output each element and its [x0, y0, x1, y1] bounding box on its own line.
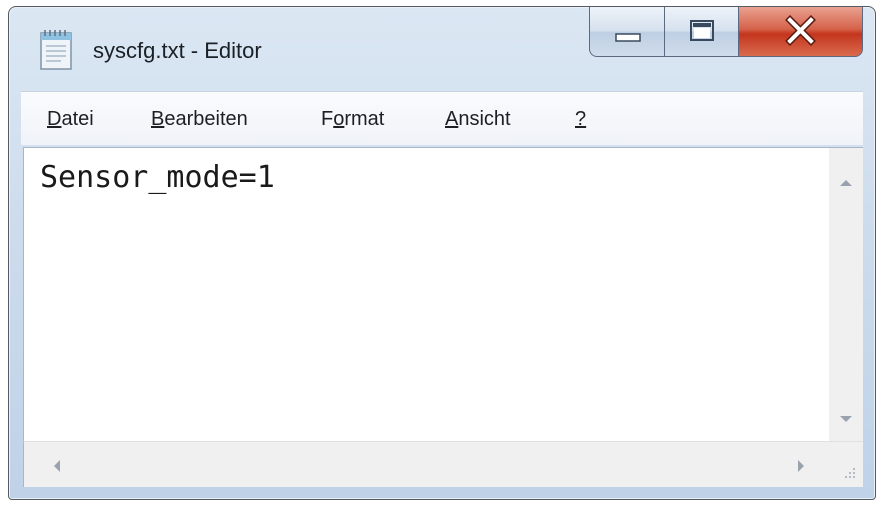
text-editor-area[interactable]: Sensor_mode=1	[23, 147, 829, 441]
maximize-icon	[690, 20, 714, 41]
menu-help-accel: ?	[575, 108, 587, 130]
title-bar[interactable]: syscfg.txt - Editor	[9, 7, 875, 87]
scroll-left-arrow-icon[interactable]	[54, 460, 60, 472]
horizontal-scrollbar[interactable]	[23, 441, 829, 487]
size-grip[interactable]	[829, 441, 863, 487]
editor-window: syscfg.txt - Editor Datei Bearbeiten For…	[8, 6, 876, 500]
size-grip-icon	[845, 468, 855, 478]
editor-content[interactable]: Sensor_mode=1	[40, 160, 275, 195]
menu-bearbeiten[interactable]: Bearbeiten	[151, 108, 248, 131]
caption-buttons	[589, 7, 863, 59]
vertical-scrollbar[interactable]	[829, 147, 863, 441]
menu-datei-accel: D	[47, 108, 62, 130]
menu-help[interactable]: ?	[575, 108, 586, 131]
menu-bearbeiten-accel: B	[151, 108, 165, 130]
minimize-button[interactable]	[589, 7, 665, 57]
menu-ansicht-label: nsicht	[458, 108, 511, 130]
menu-format[interactable]: Format	[321, 108, 384, 131]
scroll-down-arrow-icon[interactable]	[840, 416, 852, 422]
minimize-icon	[615, 33, 641, 42]
menu-ansicht-accel: A	[445, 108, 459, 130]
menu-bar: Datei Bearbeiten Format Ansicht ?	[21, 91, 863, 145]
menu-datei-label: atei	[61, 108, 94, 130]
menu-datei[interactable]: Datei	[47, 108, 94, 131]
notepad-icon[interactable]	[37, 27, 77, 73]
menu-ansicht[interactable]: Ansicht	[445, 108, 511, 131]
window-title: syscfg.txt - Editor	[93, 38, 262, 63]
menu-bearbeiten-label: earbeiten	[164, 108, 248, 130]
close-icon	[785, 15, 816, 46]
scroll-right-arrow-icon[interactable]	[798, 460, 804, 472]
scroll-up-arrow-icon[interactable]	[840, 180, 852, 186]
close-button[interactable]	[739, 7, 863, 57]
menu-format-label: rmat	[344, 108, 385, 130]
menu-format-prefix: F	[321, 108, 334, 130]
maximize-button[interactable]	[665, 7, 739, 57]
menu-format-accel: o	[333, 108, 345, 130]
